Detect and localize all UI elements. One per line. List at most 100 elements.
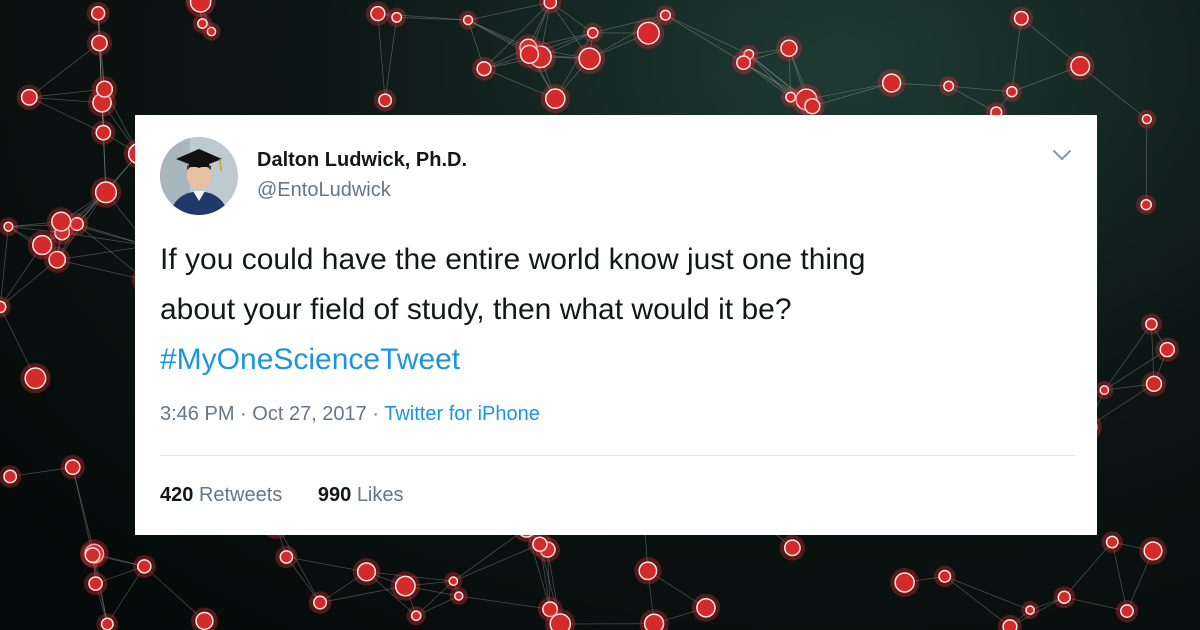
network-node <box>32 234 53 256</box>
network-node <box>24 367 47 390</box>
author-name[interactable]: Dalton Ludwick, Ph.D. <box>257 149 467 172</box>
tweet-text-line: about your field of study, then what wou… <box>160 293 792 326</box>
network-node <box>1140 198 1152 211</box>
tweet-meta: 3:46 PM · Oct 27, 2017 · Twitter for iPh… <box>160 403 540 426</box>
network-edge <box>467 1 551 21</box>
network-node <box>394 575 416 597</box>
network-node <box>696 597 716 618</box>
network-node <box>279 550 294 564</box>
avatar[interactable] <box>160 137 238 215</box>
tweet-source-link[interactable]: Twitter for iPhone <box>384 403 540 425</box>
network-node <box>544 88 566 109</box>
likes-label: Likes <box>356 484 404 506</box>
tweet-text: If you could have the entire world know … <box>160 235 1060 385</box>
network-node <box>1141 113 1153 125</box>
network-node <box>587 27 599 39</box>
network-node <box>313 595 328 610</box>
network-node <box>636 21 660 45</box>
network-node <box>659 9 672 21</box>
network-node <box>454 591 464 601</box>
network-edge <box>57 259 146 281</box>
network-node <box>90 6 106 21</box>
network-edge <box>665 14 744 63</box>
network-node <box>462 14 474 26</box>
retweets-label: Retweets <box>198 484 283 506</box>
network-node <box>51 211 72 232</box>
network-edge <box>1145 119 1148 205</box>
network-node <box>88 576 103 591</box>
network-node <box>195 611 214 630</box>
network-node <box>1145 375 1163 393</box>
network-node <box>783 539 801 557</box>
network-node <box>1006 85 1018 98</box>
network-node <box>100 617 114 630</box>
network-node <box>881 73 902 93</box>
network-node <box>780 39 798 57</box>
network-node <box>197 18 208 29</box>
network-node <box>448 576 459 586</box>
network-node <box>543 0 558 10</box>
network-node <box>378 93 393 108</box>
network-node <box>1159 341 1176 358</box>
tweet-card: Dalton Ludwick, Ph.D. @EntoLudwick If yo… <box>135 115 1097 535</box>
author-handle[interactable]: @EntoLudwick <box>257 179 391 202</box>
network-node <box>532 536 548 553</box>
chevron-down-icon[interactable] <box>1051 147 1073 163</box>
network-node <box>1002 619 1018 630</box>
tweet-date[interactable]: Oct 27, 2017 <box>252 403 367 425</box>
network-node <box>578 47 601 70</box>
network-node <box>95 80 114 98</box>
likes-count: 990 <box>317 484 352 506</box>
network-node <box>3 469 18 484</box>
network-node <box>476 61 492 77</box>
network-node <box>1057 590 1071 604</box>
network-node <box>84 547 101 564</box>
network-edge <box>944 575 1011 628</box>
network-edge <box>0 226 9 307</box>
network-edge <box>377 13 386 101</box>
retweets-count: 420 <box>160 484 194 506</box>
network-node <box>64 459 81 476</box>
network-node <box>804 97 821 115</box>
tweet-stats: 420 Retweets 990 Likes <box>160 484 434 507</box>
network-node <box>20 88 38 106</box>
network-edge <box>944 575 1031 611</box>
network-node <box>519 44 540 64</box>
network-node <box>638 561 658 581</box>
network-edge <box>384 17 398 101</box>
network-node <box>943 80 955 92</box>
network-edge <box>29 42 100 98</box>
network-node <box>1120 604 1134 618</box>
network-node <box>736 55 751 71</box>
network-node <box>643 613 665 630</box>
network-node <box>370 5 386 22</box>
network-node <box>894 572 915 593</box>
network-node <box>137 559 152 574</box>
network-edge <box>458 595 551 610</box>
network-node <box>95 124 112 141</box>
network-node <box>91 34 108 52</box>
tweet-text-line: If you could have the entire world know … <box>160 243 866 276</box>
meta-separator: · <box>372 403 380 425</box>
hashtag-link[interactable]: #MyOneScienceTweet <box>160 335 1060 385</box>
network-node <box>3 221 14 232</box>
network-node <box>391 11 403 23</box>
network-node <box>549 613 572 630</box>
network-node <box>356 562 377 582</box>
network-edge <box>665 14 749 55</box>
network-node <box>0 300 7 314</box>
network-node <box>1070 56 1091 77</box>
network-node <box>938 569 952 583</box>
network-node <box>1143 541 1163 561</box>
network-node <box>785 91 797 103</box>
meta-separator: · <box>240 403 247 425</box>
network-node <box>1105 535 1119 549</box>
likes-stat[interactable]: 990 Likes <box>318 484 404 506</box>
network-node <box>1013 10 1029 26</box>
network-node <box>1025 605 1035 615</box>
network-node <box>94 181 118 204</box>
tweet-time[interactable]: 3:46 PM <box>160 403 234 425</box>
network-node <box>1145 317 1158 331</box>
retweets-stat[interactable]: 420 Retweets <box>160 484 282 506</box>
network-node <box>1099 385 1110 396</box>
